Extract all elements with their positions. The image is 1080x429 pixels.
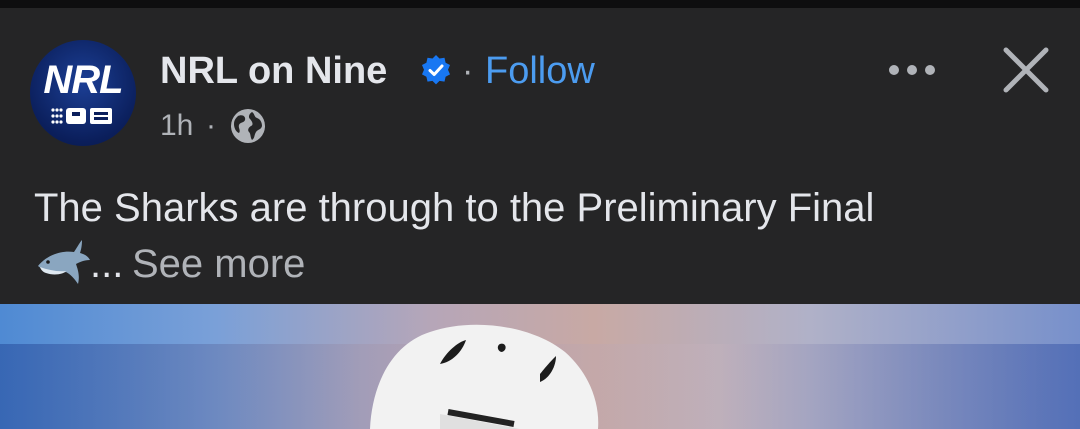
nine-network-logo-icon [51,108,112,124]
globe-icon [231,109,265,143]
post-header: NRL NRL on Nine · Follow 1h · The Sharks… [0,8,1080,304]
status-strip [0,0,1080,8]
meta-separator: · [206,109,216,142]
close-icon[interactable] [998,42,1054,98]
more-options-icon[interactable] [882,50,942,90]
shark-emoji [38,240,90,284]
post-image[interactable] [0,304,1080,429]
text-ellipsis: ... [90,242,124,286]
player-headgear-image [370,324,599,429]
post-text-line1: The Sharks are through to the Preliminar… [34,186,875,230]
page-avatar[interactable]: NRL [30,40,136,146]
follow-button[interactable]: Follow [485,48,595,94]
name-follow-separator: · [462,52,474,90]
verified-badge-icon [422,55,450,85]
avatar-logo-text: NRL [43,58,123,102]
page-name[interactable]: NRL on Nine [160,48,387,94]
see-more-link[interactable]: See more [132,236,305,292]
post-time[interactable]: 1h [160,104,193,148]
